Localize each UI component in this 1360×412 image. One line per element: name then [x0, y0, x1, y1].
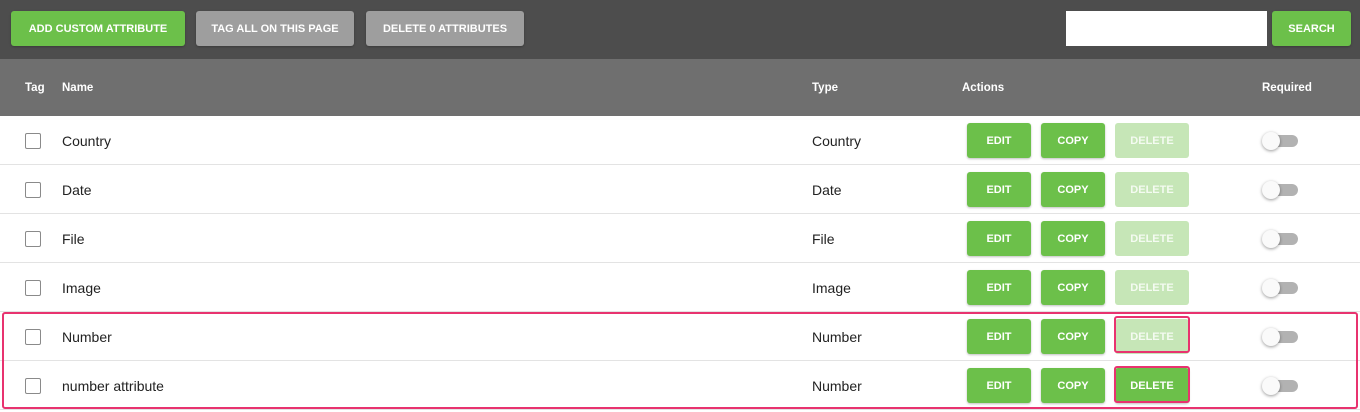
table-row: File File EDIT COPY DELETE	[0, 214, 1360, 263]
copy-button[interactable]: COPY	[1041, 270, 1105, 305]
attribute-name: Country	[62, 132, 112, 149]
copy-button[interactable]: COPY	[1041, 172, 1105, 207]
required-toggle[interactable]	[1262, 377, 1298, 395]
tag-checkbox[interactable]	[25, 378, 41, 394]
header-actions: Actions	[962, 81, 1005, 94]
table-row: number attribute Number EDIT COPY DELETE	[0, 361, 1360, 410]
attribute-type: Country	[812, 132, 862, 149]
tag-checkbox[interactable]	[25, 182, 41, 198]
required-toggle[interactable]	[1262, 328, 1298, 346]
attribute-type: Date	[812, 181, 842, 198]
search-input[interactable]	[1066, 11, 1267, 46]
header-type: Type	[812, 81, 838, 94]
table-row: Number Number EDIT COPY DELETE	[0, 312, 1360, 361]
delete-button[interactable]: DELETE	[1115, 172, 1189, 207]
edit-button[interactable]: EDIT	[967, 319, 1031, 354]
required-toggle[interactable]	[1262, 230, 1298, 248]
copy-button[interactable]: COPY	[1041, 221, 1105, 256]
attribute-type: File	[812, 230, 835, 247]
delete-button[interactable]: DELETE	[1115, 123, 1189, 158]
add-custom-attribute-button[interactable]: ADD CUSTOM ATTRIBUTE	[11, 11, 185, 46]
delete-button[interactable]: DELETE	[1115, 319, 1189, 354]
attribute-type: Number	[812, 377, 862, 394]
search-button[interactable]: SEARCH	[1272, 11, 1351, 46]
attribute-name: Number	[62, 328, 112, 345]
toggle-knob	[1262, 230, 1280, 248]
required-toggle[interactable]	[1262, 279, 1298, 297]
required-toggle[interactable]	[1262, 181, 1298, 199]
copy-button[interactable]: COPY	[1041, 123, 1105, 158]
tag-checkbox[interactable]	[25, 329, 41, 345]
toggle-knob	[1262, 328, 1280, 346]
toggle-knob	[1262, 377, 1280, 395]
delete-attributes-button[interactable]: DELETE 0 ATTRIBUTES	[366, 11, 524, 46]
attribute-name: File	[62, 230, 85, 247]
header-tag: Tag	[25, 81, 45, 94]
table-header: Tag Name Type Actions Required	[0, 59, 1360, 116]
toggle-knob	[1262, 132, 1280, 150]
header-required: Required	[1262, 81, 1312, 94]
delete-button[interactable]: DELETE	[1115, 368, 1189, 403]
header-name: Name	[62, 81, 94, 94]
table-row: Date Date EDIT COPY DELETE	[0, 165, 1360, 214]
attribute-name: Date	[62, 181, 92, 198]
tag-all-button[interactable]: TAG ALL ON THIS PAGE	[196, 11, 354, 46]
attribute-name: number attribute	[62, 377, 164, 394]
toolbar: ADD CUSTOM ATTRIBUTE TAG ALL ON THIS PAG…	[0, 0, 1360, 59]
attribute-type: Number	[812, 328, 862, 345]
toggle-knob	[1262, 279, 1280, 297]
attribute-name: Image	[62, 279, 101, 296]
delete-button[interactable]: DELETE	[1115, 221, 1189, 256]
toggle-knob	[1262, 181, 1280, 199]
tag-checkbox[interactable]	[25, 280, 41, 296]
edit-button[interactable]: EDIT	[967, 123, 1031, 158]
copy-button[interactable]: COPY	[1041, 319, 1105, 354]
edit-button[interactable]: EDIT	[967, 368, 1031, 403]
edit-button[interactable]: EDIT	[967, 221, 1031, 256]
copy-button[interactable]: COPY	[1041, 368, 1105, 403]
delete-button[interactable]: DELETE	[1115, 270, 1189, 305]
table-row: Image Image EDIT COPY DELETE	[0, 263, 1360, 312]
required-toggle[interactable]	[1262, 132, 1298, 150]
tag-checkbox[interactable]	[25, 133, 41, 149]
edit-button[interactable]: EDIT	[967, 270, 1031, 305]
tag-checkbox[interactable]	[25, 231, 41, 247]
edit-button[interactable]: EDIT	[967, 172, 1031, 207]
attribute-type: Image	[812, 279, 851, 296]
table-row: Country Country EDIT COPY DELETE	[0, 116, 1360, 165]
